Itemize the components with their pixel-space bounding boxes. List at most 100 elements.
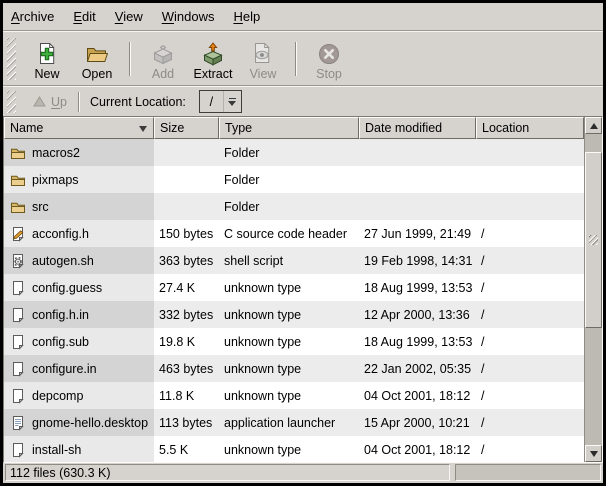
menu-view[interactable]: View	[115, 9, 143, 24]
cell-size: 463 bytes	[154, 355, 219, 382]
status-text: 112 files (630.3 K)	[10, 466, 111, 480]
table-row[interactable]: config.h.in332 bytesunknown type12 Apr 2…	[4, 301, 584, 328]
cell-type: unknown type	[219, 382, 359, 409]
folder-icon	[10, 199, 26, 215]
up-button-label: Up	[51, 95, 67, 109]
table-row[interactable]: autogen.sh363 bytesshell script19 Feb 19…	[4, 247, 584, 274]
menu-windows[interactable]: Windows	[162, 9, 215, 24]
cell-size	[154, 166, 219, 193]
scroll-up-icon	[590, 123, 598, 129]
archive-manager-window: Archive Edit View Windows Help New Open Add Ext…	[0, 0, 606, 486]
menu-edit[interactable]: Edit	[73, 9, 95, 24]
toolbar-button-label: Open	[82, 67, 113, 81]
cell-date-modified: 04 Oct 2001, 18:12	[359, 436, 476, 462]
cell-date-modified	[359, 166, 476, 193]
toolbar-button-label: View	[250, 67, 277, 81]
stop-button[interactable]: Stop	[304, 35, 354, 83]
column-header-type[interactable]: Type	[219, 117, 359, 139]
chevron-down-icon	[228, 101, 236, 106]
c-header-file-icon	[10, 226, 26, 242]
table-row[interactable]: srcFolder	[4, 193, 584, 220]
table-row[interactable]: install-sh5.5 Kunknown type04 Oct 2001, …	[4, 436, 584, 462]
scrollbar-grip-icon	[589, 235, 598, 245]
table-row[interactable]: macros2Folder	[4, 139, 584, 166]
cell-name: pixmaps	[4, 166, 154, 193]
cell-location	[476, 139, 584, 166]
generic-file-icon	[10, 388, 26, 404]
generic-file-icon	[10, 442, 26, 458]
cell-location: /	[476, 328, 584, 355]
extract-button[interactable]: Extract	[188, 35, 238, 83]
combo-dropdown-button[interactable]	[224, 91, 241, 112]
cell-size: 150 bytes	[154, 220, 219, 247]
file-name: install-sh	[32, 443, 81, 457]
column-header-date-modified[interactable]: Date modified	[359, 117, 476, 139]
menu-archive[interactable]: Archive	[11, 9, 54, 24]
file-name: autogen.sh	[32, 254, 94, 268]
table-row[interactable]: gnome-hello.desktop113 bytesapplication …	[4, 409, 584, 436]
open-button[interactable]: Open	[72, 35, 122, 83]
scroll-down-icon	[590, 451, 598, 457]
cell-name: acconfig.h	[4, 220, 154, 247]
current-location-label: Current Location:	[90, 95, 186, 109]
generic-file-icon	[10, 307, 26, 323]
cell-type: Folder	[219, 166, 359, 193]
file-name: macros2	[32, 146, 80, 160]
cell-date-modified: 18 Aug 1999, 13:53	[359, 328, 476, 355]
cell-type: application launcher	[219, 409, 359, 436]
toolbar-drag-handle[interactable]	[7, 38, 16, 80]
column-header-label: Name	[10, 121, 43, 135]
cell-name: config.h.in	[4, 301, 154, 328]
toolbar: New Open Add Extract View Stop	[3, 32, 603, 85]
scrollbar-trough[interactable]	[585, 134, 602, 445]
cell-date-modified: 12 Apr 2000, 13:36	[359, 301, 476, 328]
cell-size	[154, 193, 219, 220]
up-button[interactable]: Up	[29, 93, 71, 111]
new-archive-icon	[35, 42, 59, 66]
menu-help[interactable]: Help	[233, 9, 260, 24]
current-location-value: /	[200, 91, 224, 112]
add-files-icon	[151, 42, 175, 66]
cell-date-modified	[359, 139, 476, 166]
scrollbar-up-button[interactable]	[585, 117, 602, 134]
cell-location	[476, 193, 584, 220]
generic-file-icon	[10, 334, 26, 350]
table-row[interactable]: depcomp11.8 Kunknown type04 Oct 2001, 18…	[4, 382, 584, 409]
status-message-frame: 112 files (630.3 K)	[5, 464, 450, 481]
cell-location: /	[476, 355, 584, 382]
generic-file-icon	[10, 361, 26, 377]
current-location-combo[interactable]: /	[199, 90, 242, 113]
column-header-label: Location	[482, 121, 529, 135]
file-name: pixmaps	[32, 173, 79, 187]
scrollbar-thumb[interactable]	[585, 152, 602, 328]
cell-location: /	[476, 409, 584, 436]
toolbar-button-label: Add	[152, 67, 174, 81]
table-row[interactable]: acconfig.h150 bytesC source code header2…	[4, 220, 584, 247]
table-row[interactable]: config.sub19.8 Kunknown type18 Aug 1999,…	[4, 328, 584, 355]
scrollbar-down-button[interactable]	[585, 445, 602, 462]
extract-icon	[201, 42, 225, 66]
cell-type: shell script	[219, 247, 359, 274]
cell-type: unknown type	[219, 301, 359, 328]
cell-location	[476, 166, 584, 193]
vertical-scrollbar[interactable]	[584, 117, 602, 462]
view-button[interactable]: View	[238, 35, 288, 83]
new-button[interactable]: New	[22, 35, 72, 83]
table-row[interactable]: pixmaps Folder	[4, 166, 584, 193]
file-name: depcomp	[32, 389, 83, 403]
column-header-size[interactable]: Size	[154, 117, 219, 139]
table-row[interactable]: config.guess27.4 Kunknown type18 Aug 199…	[4, 274, 584, 301]
column-header-name[interactable]: Name	[4, 117, 154, 139]
file-table: Name Size TypeDate modified Location macros…	[4, 117, 584, 462]
add-button[interactable]: Add	[138, 35, 188, 83]
table-row[interactable]: configure.in463 bytesunknown type22 Jan …	[4, 355, 584, 382]
file-name: gnome-hello.desktop	[32, 416, 148, 430]
combo-indicator-bar	[229, 98, 236, 99]
column-header-label: Size	[160, 121, 184, 135]
cell-type: unknown type	[219, 328, 359, 355]
cell-name: config.sub	[4, 328, 154, 355]
column-header-location[interactable]: Location	[476, 117, 584, 139]
locationbar-drag-handle[interactable]	[7, 91, 16, 113]
menu-bar: Archive Edit View Windows Help	[3, 3, 603, 30]
cell-type: unknown type	[219, 274, 359, 301]
